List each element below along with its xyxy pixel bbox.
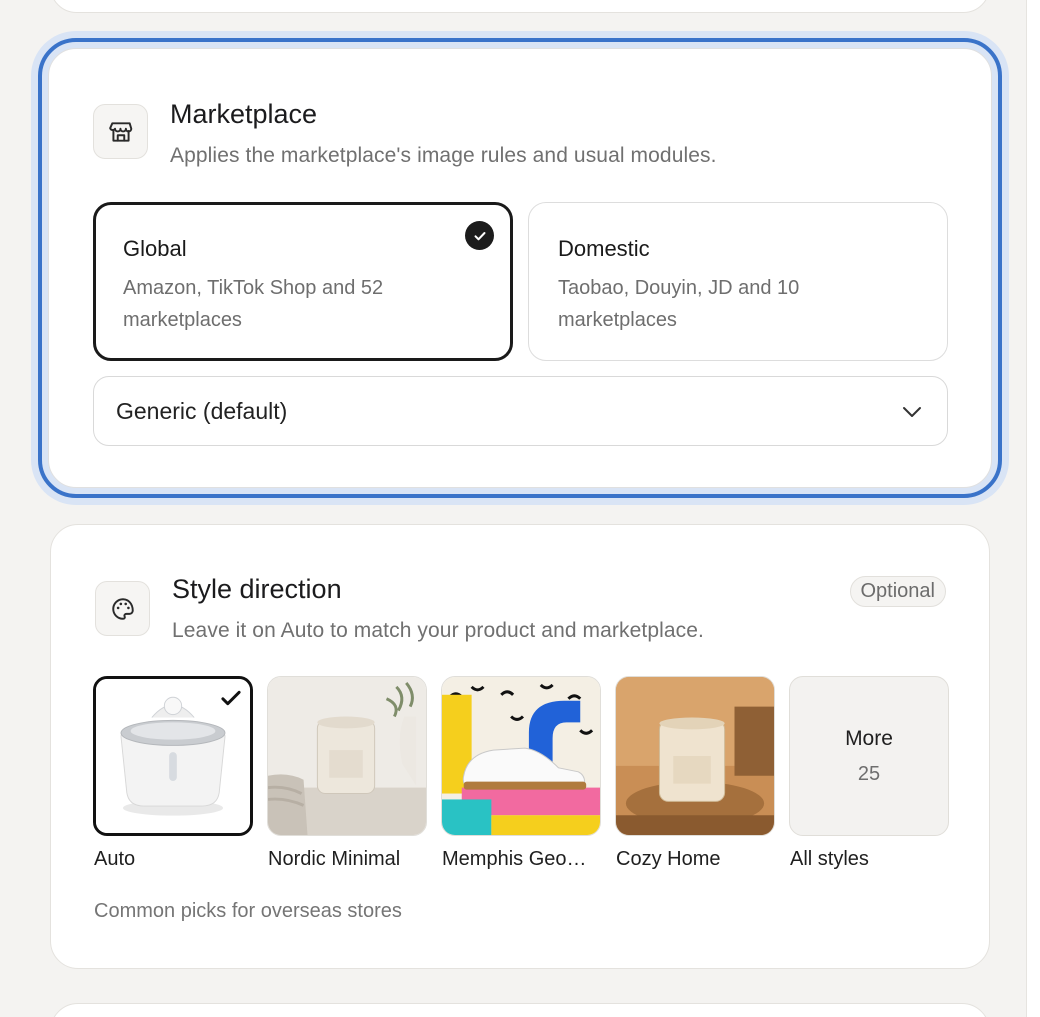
more-title: More [845, 726, 893, 750]
style-tile-memphis-geo[interactable] [441, 676, 601, 836]
style-direction-card: Style direction Leave it on Auto to matc… [50, 524, 990, 969]
candle-nordic-image [268, 677, 426, 835]
candle-cozy-image [616, 677, 774, 835]
tile-label-memphis-geo: Memphis Geo… [442, 848, 587, 870]
check-icon [218, 685, 244, 711]
chevron-down-icon [903, 407, 921, 417]
page: Marketplace Applies the marketplace's im… [0, 0, 1040, 1017]
option-global[interactable]: Global Amazon, TikTok Shop and 52 market… [93, 202, 513, 361]
option-global-description: Amazon, TikTok Shop and 52 marketplaces [123, 277, 384, 331]
sneaker-memphis-image [442, 677, 600, 835]
more-count: 25 [857, 762, 881, 785]
option-domestic-description: Taobao, Douyin, JD and 10 marketplaces [558, 277, 800, 331]
marketplace-title: Marketplace [170, 99, 318, 129]
scrollbar-track[interactable] [1026, 0, 1040, 1017]
option-global-title: Global [123, 236, 187, 261]
style-direction-subtitle: Leave it on Auto to match your product a… [172, 619, 704, 642]
check-icon [465, 221, 494, 250]
palette-icon [95, 581, 150, 636]
next-card [50, 1003, 990, 1017]
tile-label-all-styles: All styles [790, 848, 869, 870]
optional-badge: Optional [849, 576, 946, 607]
style-tile-nordic-minimal[interactable] [267, 676, 427, 836]
previous-card [50, 0, 990, 13]
style-footnote: Common picks for overseas stores [94, 900, 402, 922]
marketplace-subtitle: Applies the marketplace's image rules an… [170, 144, 717, 167]
storefront-icon [93, 104, 148, 159]
tile-label-nordic-minimal: Nordic Minimal [268, 848, 401, 870]
tile-label-auto: Auto [94, 848, 136, 870]
style-tile-auto[interactable] [93, 676, 253, 836]
style-direction-title: Style direction [172, 574, 342, 604]
option-domestic[interactable]: Domestic Taobao, Douyin, JD and 10 marke… [528, 202, 948, 361]
style-tile-more[interactable]: More 25 [789, 676, 949, 836]
marketplace-select-value: Generic (default) [116, 398, 288, 424]
marketplace-card: Marketplace Applies the marketplace's im… [38, 38, 1002, 498]
option-domestic-title: Domestic [558, 236, 650, 261]
tile-label-cozy-home: Cozy Home [616, 848, 721, 870]
style-tile-cozy-home[interactable] [615, 676, 775, 836]
marketplace-select[interactable]: Generic (default) [93, 376, 948, 446]
